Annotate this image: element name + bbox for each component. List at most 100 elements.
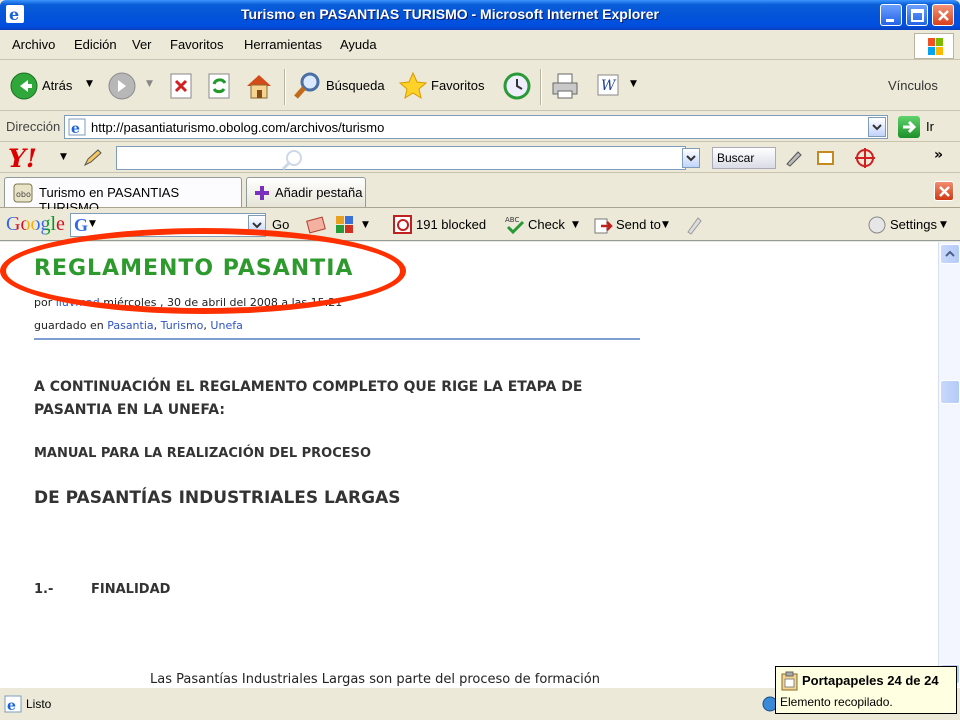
menu-favoritos[interactable]: Favoritos [170,37,223,52]
status-text: Listo [26,697,52,711]
close-window-button[interactable] [932,4,954,26]
category-link-pasantia[interactable]: Pasantia [107,319,153,332]
yahoo-search-input[interactable] [116,146,686,170]
clipboard-notification[interactable]: Portapapeles 24 de 24 Elemento recopilad… [775,666,957,714]
menu-ayuda[interactable]: Ayuda [340,37,377,52]
window-title: Turismo en PASANTIAS TURISMO - Microsoft… [241,6,659,22]
stop-icon[interactable] [170,73,192,99]
scroll-up-button[interactable] [940,244,960,264]
tab-turismo[interactable]: obo Turismo en PASANTIAS TURISMO [4,177,242,215]
toolbar-separator [284,69,285,105]
favorites-label[interactable]: Favoritos [431,78,484,93]
search-label[interactable]: Búsqueda [326,78,385,93]
go-label[interactable]: Ir [926,119,934,134]
page-icon: e [68,118,86,136]
go-button[interactable] [898,116,920,138]
history-icon[interactable] [502,71,532,101]
clipboard-title: Portapapeles 24 de 24 [802,673,939,688]
section-heading: 1.- FINALIDAD [34,582,170,597]
yahoo-logo[interactable]: Y! [8,144,37,173]
blocked-count-label[interactable]: 191 blocked [416,217,486,232]
divider [34,338,640,340]
search-icon[interactable] [292,71,322,101]
favorites-star-icon[interactable] [398,71,428,101]
home-icon[interactable] [244,71,274,101]
yahoo-menu-dropdown-icon[interactable]: ▼ [60,152,67,162]
chevron-down-icon [686,155,696,162]
puzzle-dropdown-icon[interactable]: ▼ [362,220,369,230]
menu-archivo[interactable]: Archivo [12,37,55,52]
pencil-icon[interactable] [82,148,104,168]
body-paragraph: Las Pasantías Industriales Largas son pa… [150,672,600,687]
links-label[interactable]: Vínculos [888,78,938,93]
highlight-pen-icon[interactable] [784,149,804,167]
clipboard-subtitle: Elemento recopilado. [780,695,893,709]
manual-subheading: DE PASANTÍAS INDUSTRIALES LARGAS [34,488,401,508]
category-link-unefa[interactable]: Unefa [210,319,242,332]
send-to-label[interactable]: Send to [616,217,661,232]
close-icon [938,10,949,21]
close-tab-button[interactable] [934,181,954,201]
toolbar-separator [540,69,541,105]
go-arrow-icon [903,120,917,134]
scroll-thumb[interactable] [940,380,960,404]
target-icon[interactable] [854,147,876,169]
title-bar: e Turismo en PASANTIAS TURISMO - Microso… [0,0,960,30]
puzzle-icon[interactable] [334,214,356,236]
post-categories: guardado en Pasantia, Turismo, Unefa [34,319,243,332]
svg-text:e: e [7,698,16,713]
spellcheck-icon[interactable]: ABC [504,214,526,236]
svg-text:W: W [601,78,617,94]
address-input[interactable]: e http://pasantiaturismo.obolog.com/arch… [64,115,888,139]
add-tab-button[interactable]: Añadir pestaña [246,177,366,207]
red-highlight-annotation [0,228,406,314]
menu-edicion[interactable]: Edición [74,37,117,52]
send-to-icon[interactable] [592,214,614,236]
yahoo-search-dropdown[interactable] [682,148,700,168]
print-icon[interactable] [550,71,580,101]
word-edit-icon[interactable]: W [596,73,620,97]
yahoo-search-button[interactable]: Buscar [712,147,776,169]
settings-icon[interactable] [868,216,886,234]
news-icon[interactable] [306,216,328,234]
chevron-right-icon[interactable]: » [934,147,943,163]
menu-ver[interactable]: Ver [132,37,152,52]
popup-blocker-icon[interactable] [392,214,414,236]
address-dropdown-button[interactable] [868,117,886,137]
back-dropdown-icon[interactable]: ▼ [86,79,93,89]
forward-arrow-icon[interactable] [108,72,136,100]
check-dropdown-icon[interactable]: ▼ [572,220,579,230]
section-number: 1.- [34,582,54,597]
back-arrow-icon[interactable] [10,72,38,100]
google-logo[interactable]: Google [6,213,65,236]
search-watermark-icon [281,150,302,170]
maximize-button[interactable] [906,4,928,26]
menu-herramientas[interactable]: Herramientas [244,37,322,52]
forward-dropdown-icon[interactable]: ▼ [146,79,153,89]
svg-text:ABC: ABC [505,216,519,224]
google-g-icon[interactable]: G [74,215,88,236]
highlighter-icon[interactable] [684,214,704,236]
edit-dropdown-icon[interactable]: ▼ [630,79,637,89]
windows-flag-icon [928,38,943,55]
send-to-dropdown-icon[interactable]: ▼ [662,220,669,230]
manual-heading: MANUAL PARA LA REALIZACIÓN DEL PROCESO [34,446,372,461]
address-label: Dirección [6,119,61,134]
refresh-icon[interactable] [208,73,232,99]
close-icon [939,186,950,197]
favicon-icon: obo [13,183,33,203]
minimize-icon [886,19,894,22]
bookmark-icon[interactable] [816,149,836,167]
category-link-turismo[interactable]: Turismo [161,319,204,332]
minimize-button[interactable] [880,4,902,26]
back-label[interactable]: Atrás [42,78,72,93]
google-g-dropdown-icon[interactable]: ▼ [89,219,96,229]
check-label[interactable]: Check [528,217,565,232]
svg-text:e: e [71,121,80,136]
google-go-button[interactable]: Go [272,217,289,232]
settings-dropdown-icon[interactable]: ▼ [940,220,947,230]
tab-bar: obo Turismo en PASANTIAS TURISMO Añadir … [0,174,960,215]
settings-label[interactable]: Settings [890,217,937,232]
plus-icon [255,186,269,200]
vertical-scrollbar[interactable] [938,242,960,687]
